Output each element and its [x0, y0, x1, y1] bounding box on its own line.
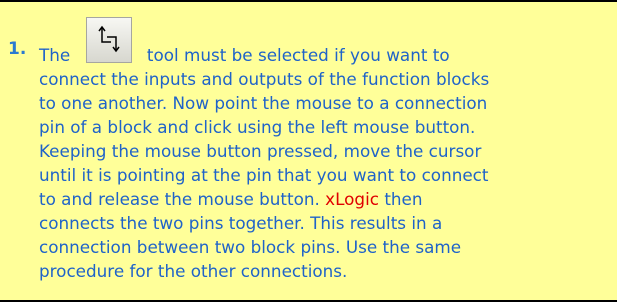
text-then: then	[384, 189, 423, 209]
step-line-2: connect the inputs and outputs of the fu…	[39, 69, 490, 89]
text-tool-must: tool must be selected if you want to	[146, 45, 450, 65]
step-line-1: The tool must be selected if you want to	[39, 17, 614, 67]
step-number: 1.	[8, 39, 27, 59]
step-line-7: to and release the mouse button. xLogic …	[39, 187, 614, 211]
brand-name: xLogic	[325, 189, 379, 209]
step-line-10: procedure for the other connections.	[39, 261, 348, 281]
step-line-8: connects the two pins together. This res…	[39, 213, 443, 233]
step-line-6: until it is pointing at the pin that you…	[39, 165, 489, 185]
step-line-9: connection between two block pins. Use t…	[39, 237, 462, 257]
text-the: The	[39, 45, 71, 65]
instruction-panel: 1. The tool must be selected if you want…	[0, 0, 617, 302]
connect-tool-icon	[85, 17, 132, 63]
step-line-4: pin of a block and click using the left …	[39, 117, 476, 137]
step-line-3: to one another. Now point the mouse to a…	[39, 93, 488, 113]
text-release: to and release the mouse button.	[39, 189, 320, 209]
step-line-5: Keeping the mouse button pressed, move t…	[39, 141, 482, 161]
step-text: The tool must be selected if you want to…	[39, 17, 614, 283]
